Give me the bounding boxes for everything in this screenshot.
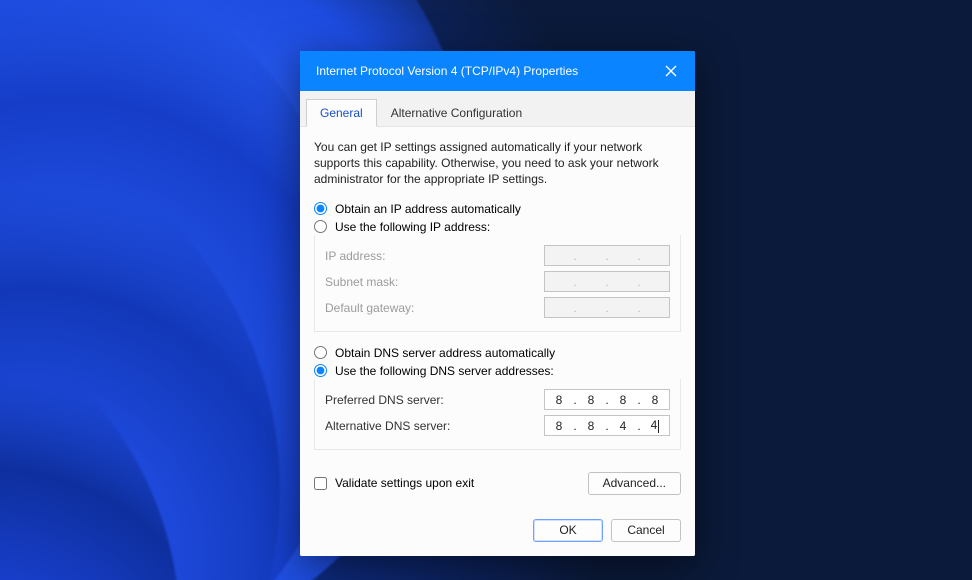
row-default-gateway: Default gateway: ... bbox=[325, 295, 670, 321]
radio-use-following-ip-label: Use the following IP address: bbox=[335, 220, 490, 234]
ip-address-group: Obtain an IP address automatically Use t… bbox=[314, 202, 681, 332]
checkbox-validate-on-exit-input[interactable] bbox=[314, 477, 327, 490]
label-subnet-mask: Subnet mask: bbox=[325, 275, 398, 289]
cancel-button[interactable]: Cancel bbox=[611, 519, 681, 542]
row-ip-address: IP address: ... bbox=[325, 243, 670, 269]
radio-use-following-dns-input[interactable] bbox=[314, 364, 327, 377]
advanced-button[interactable]: Advanced... bbox=[588, 472, 681, 495]
input-preferred-dns[interactable]: 8. 8. 8. 8 bbox=[544, 389, 670, 410]
tab-alternative-configuration[interactable]: Alternative Configuration bbox=[377, 99, 536, 127]
row-alternative-dns: Alternative DNS server: 8. 8. 4. 4 bbox=[325, 413, 670, 439]
dns-server-group: Obtain DNS server address automatically … bbox=[314, 346, 681, 450]
dialog-titlebar[interactable]: Internet Protocol Version 4 (TCP/IPv4) P… bbox=[300, 51, 695, 91]
label-alternative-dns: Alternative DNS server: bbox=[325, 419, 450, 433]
input-ip-address: ... bbox=[544, 245, 670, 266]
dialog-title: Internet Protocol Version 4 (TCP/IPv4) P… bbox=[316, 64, 578, 78]
input-default-gateway: ... bbox=[544, 297, 670, 318]
label-ip-address: IP address: bbox=[325, 249, 385, 263]
input-subnet-mask: ... bbox=[544, 271, 670, 292]
label-preferred-dns: Preferred DNS server: bbox=[325, 393, 444, 407]
ipv4-properties-dialog: Internet Protocol Version 4 (TCP/IPv4) P… bbox=[300, 51, 695, 556]
row-subnet-mask: Subnet mask: ... bbox=[325, 269, 670, 295]
radio-obtain-dns-auto[interactable]: Obtain DNS server address automatically bbox=[314, 346, 681, 360]
close-button[interactable] bbox=[661, 61, 681, 81]
settings-description: You can get IP settings assigned automat… bbox=[314, 139, 669, 188]
tab-general[interactable]: General bbox=[306, 99, 377, 127]
radio-obtain-ip-auto[interactable]: Obtain an IP address automatically bbox=[314, 202, 681, 216]
checkbox-validate-on-exit[interactable]: Validate settings upon exit bbox=[314, 476, 474, 490]
input-alternative-dns[interactable]: 8. 8. 4. 4 bbox=[544, 415, 670, 436]
row-preferred-dns: Preferred DNS server: 8. 8. 8. 8 bbox=[325, 387, 670, 413]
close-icon bbox=[665, 65, 677, 77]
radio-use-following-dns[interactable]: Use the following DNS server addresses: bbox=[314, 364, 681, 378]
text-caret bbox=[658, 420, 659, 433]
radio-use-following-ip-input[interactable] bbox=[314, 220, 327, 233]
radio-use-following-dns-label: Use the following DNS server addresses: bbox=[335, 364, 554, 378]
tab-strip: General Alternative Configuration bbox=[300, 91, 695, 127]
radio-use-following-ip[interactable]: Use the following IP address: bbox=[314, 220, 681, 234]
dialog-footer: OK Cancel bbox=[300, 509, 695, 556]
radio-obtain-ip-auto-label: Obtain an IP address automatically bbox=[335, 202, 521, 216]
checkbox-validate-label: Validate settings upon exit bbox=[335, 476, 474, 490]
label-default-gateway: Default gateway: bbox=[325, 301, 414, 315]
radio-obtain-ip-auto-input[interactable] bbox=[314, 202, 327, 215]
radio-obtain-dns-auto-label: Obtain DNS server address automatically bbox=[335, 346, 555, 360]
ok-button[interactable]: OK bbox=[533, 519, 603, 542]
radio-obtain-dns-auto-input[interactable] bbox=[314, 346, 327, 359]
